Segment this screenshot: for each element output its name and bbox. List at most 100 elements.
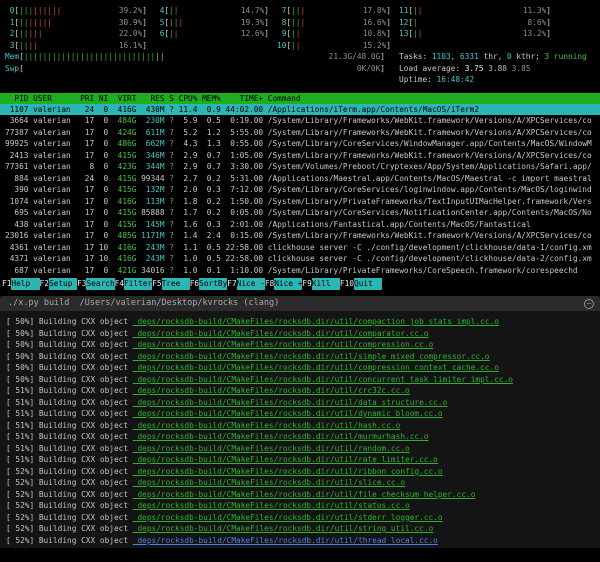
process-row-390[interactable]: 390 valerian 17 0 415G 132M? 2.0 0.3 7:12.00/Sys… bbox=[0, 184, 600, 196]
fkey-f4-filter[interactable]: F4 Filter bbox=[115, 278, 152, 290]
header-virt[interactable]: VIRT bbox=[108, 93, 137, 104]
cell-cmd: /System/Library/Frameworks/WebKit.framew… bbox=[267, 127, 592, 137]
file-path-link[interactable]: _deps/rocksdb-build/CMakeFiles/rocksdb.d… bbox=[133, 432, 429, 441]
header-user[interactable]: USER bbox=[28, 93, 75, 104]
build-log-line: [ 52%] Building CXX object _deps/rocksdb… bbox=[6, 466, 600, 478]
process-row-687[interactable]: 687 valerian 17 0 421G 34016? 1.0 0.1 1:10.00/Sy… bbox=[0, 265, 600, 277]
cell-cmd: /System/Library/CoreServices/loginwindow… bbox=[267, 185, 592, 194]
file-path-link[interactable]: _deps/rocksdb-build/CMakeFiles/rocksdb.d… bbox=[133, 501, 410, 510]
meter-bar-segment: |||||| bbox=[33, 6, 62, 15]
cell-pid: 4371 bbox=[9, 254, 29, 263]
cell-pri: 17 bbox=[84, 139, 95, 148]
cell-s: ? bbox=[169, 219, 174, 229]
cell-time: 1:05.00 bbox=[230, 150, 264, 160]
fkey-f10-quit[interactable]: F10 Quit bbox=[340, 278, 383, 290]
cell-pri: 17 bbox=[84, 265, 95, 275]
header-state[interactable]: S bbox=[165, 93, 174, 104]
header-command[interactable]: Command bbox=[263, 93, 600, 104]
header-res[interactable]: RES bbox=[136, 93, 164, 104]
file-path-link[interactable]: _deps/rocksdb-build/CMakeFiles/rocksdb.d… bbox=[133, 490, 476, 499]
process-table-body: 1107 valerian 24 0 416G 430M? 11.4 0.9 44:02.00/… bbox=[0, 103, 600, 277]
cell-mem: 0.5 bbox=[206, 254, 221, 263]
kthreads-suffix: kthr; bbox=[511, 52, 545, 61]
minimize-pane-button[interactable]: − bbox=[584, 298, 594, 309]
header-pri[interactable]: PRI bbox=[75, 93, 94, 104]
cell-cpu: 1.0 bbox=[183, 265, 198, 275]
fkey-f5-tree[interactable]: F5 Tree bbox=[152, 278, 190, 290]
meter-label: 10 bbox=[277, 40, 287, 50]
cell-pid: 1107 bbox=[9, 104, 29, 114]
fkey-f6-sortby[interactable]: F6 SortBy bbox=[189, 278, 227, 290]
file-path-link[interactable]: _deps/rocksdb-build/CMakeFiles/rocksdb.d… bbox=[133, 421, 401, 430]
cell-cmd: /System/Library/Frameworks/WebKit.framew… bbox=[267, 150, 592, 160]
file-path-link[interactable]: _deps/rocksdb-build/CMakeFiles/rocksdb.d… bbox=[133, 340, 433, 349]
process-row-4371[interactable]: 4371 valerian 17 10 416G 243M? 1.0 0.5 22:58.00 c… bbox=[0, 253, 600, 265]
process-row-77387[interactable]: 77387 valerian 17 0 424G 611M? 5.2 1.2 5:55.00/S… bbox=[0, 127, 600, 139]
file-path-link[interactable]: _deps/rocksdb-build/CMakeFiles/rocksdb.d… bbox=[133, 386, 410, 395]
fkey-f3-search[interactable]: F3 Search bbox=[77, 278, 115, 290]
fkey-f7-nice[interactable]: F7 Nice - bbox=[227, 278, 265, 290]
process-row-4361[interactable]: 4361 valerian 17 10 416G 243M? 1.1 0.5 22:58.00 c… bbox=[0, 242, 600, 254]
cell-user: valerian bbox=[33, 173, 71, 183]
file-path-link[interactable]: _deps/rocksdb-build/CMakeFiles/rocksdb.d… bbox=[133, 363, 499, 372]
file-path-link[interactable]: _deps/rocksdb-build/CMakeFiles/rocksdb.d… bbox=[133, 467, 443, 476]
cell-pri: 17 bbox=[84, 219, 95, 229]
file-path-link[interactable]: _deps/rocksdb-build/CMakeFiles/rocksdb.d… bbox=[133, 375, 513, 384]
process-row-884[interactable]: 884 valerian 24 0 415G 99344? 2.7 0.2 5:31.00/Ap… bbox=[0, 173, 600, 185]
file-path-link[interactable]: _deps/rocksdb-build/CMakeFiles/rocksdb.d… bbox=[133, 409, 443, 418]
file-path-link[interactable]: _deps/rocksdb-build/CMakeFiles/rocksdb.d… bbox=[133, 455, 438, 464]
header-cpu[interactable]: CPU% bbox=[174, 93, 198, 104]
file-path-link[interactable]: _deps/rocksdb-build/CMakeFiles/rocksdb.d… bbox=[133, 398, 448, 407]
cell-res: 85888 bbox=[141, 208, 165, 217]
process-row-2413[interactable]: 2413 valerian 17 0 415G 346M? 2.9 0.7 1:05.00/Sy… bbox=[0, 150, 600, 162]
process-row-23016[interactable]: 23016 valerian 17 0 485G 1171M? 1.4 2.4 0:15.00/… bbox=[0, 230, 600, 242]
build-progress-text: [ 50%] Building CXX object bbox=[6, 374, 133, 384]
meter-bar-segment: ||||| bbox=[28, 17, 52, 27]
cell-s: ? bbox=[169, 185, 174, 194]
cell-pid: 23016 bbox=[5, 231, 29, 240]
cpu-meter-6: 6[|| 12.6%] bbox=[155, 28, 269, 40]
meter-bar-segment: | bbox=[178, 17, 184, 27]
fkey-f2-setup[interactable]: F2 Setup bbox=[40, 278, 78, 290]
cell-time: 22:58.00 bbox=[225, 254, 264, 263]
fkey-f9-kill[interactable]: F9 Kill bbox=[302, 278, 340, 290]
cpu-meter-grid: 0[||||||||| 39.2%] 1[||||||| 30.9%] 2[||||… bbox=[0, 0, 600, 51]
meter-bar-segment: |||||||||||||||||||||||||||| bbox=[23, 52, 156, 61]
process-row-695[interactable]: 695 valerian 17 0 415G 85888? 1.7 0.2 0:05.00/Sy… bbox=[0, 207, 600, 219]
process-row-438[interactable]: 438 valerian 17 0 415G 145M? 1.6 0.3 2:01.00/App… bbox=[0, 219, 600, 231]
file-path-link[interactable]: _deps/rocksdb-build/CMakeFiles/rocksdb.d… bbox=[133, 513, 443, 522]
load-15min: 3.85 bbox=[511, 63, 531, 73]
uptime-line: Uptime: 16:48:42 bbox=[399, 74, 587, 86]
header-time[interactable]: TIME+ bbox=[221, 93, 263, 104]
header-mem[interactable]: MEM% bbox=[197, 93, 221, 104]
cell-ni: 10 bbox=[98, 254, 109, 263]
fkey-f1-help[interactable]: F1 Help bbox=[2, 278, 40, 290]
file-path-link[interactable]: _deps/rocksdb-build/CMakeFiles/rocksdb.d… bbox=[133, 444, 410, 453]
meter-interior: || 14.7% bbox=[169, 5, 264, 17]
header-pid[interactable]: PID bbox=[5, 93, 28, 104]
file-path-link[interactable]: _deps/rocksdb-build/CMakeFiles/rocksdb.d… bbox=[133, 524, 433, 533]
file-path-link[interactable]: _deps/rocksdb-build/CMakeFiles/rocksdb.d… bbox=[133, 317, 499, 326]
process-row-1074[interactable]: 1074 valerian 17 0 416G 113M? 1.8 0.2 1:50.00/Sy… bbox=[0, 196, 600, 208]
cell-cmd: /Applications/Fantastical.app/Contents/M… bbox=[267, 219, 531, 229]
process-row-1107[interactable]: 1107 valerian 24 0 416G 430M? 11.4 0.9 44:02.00/… bbox=[0, 103, 600, 115]
memory-meters: Mem[|||||||||||||||||||||||||||||| 21.3G/… bbox=[5, 51, 393, 86]
file-path-link[interactable]: _deps/rocksdb-build/CMakeFiles/rocksdb.d… bbox=[133, 536, 438, 545]
cell-cpu: 1.8 bbox=[183, 196, 198, 206]
file-path-link[interactable]: _deps/rocksdb-build/CMakeFiles/rocksdb.d… bbox=[133, 329, 429, 338]
file-path-link[interactable]: _deps/rocksdb-build/CMakeFiles/rocksdb.d… bbox=[133, 478, 405, 487]
file-path-link[interactable]: _deps/rocksdb-build/CMakeFiles/rocksdb.d… bbox=[133, 352, 490, 361]
fkey-key: F6 bbox=[189, 279, 200, 288]
cell-mem: 0.2 bbox=[206, 208, 221, 217]
process-row-77361[interactable]: 77361 valerian 8 0 423G 344M? 2.9 0.7 3:30.00/Sy… bbox=[0, 161, 600, 173]
cell-user: valerian bbox=[33, 139, 71, 148]
cell-user: valerian bbox=[33, 127, 71, 137]
cell-s: ? bbox=[169, 254, 174, 263]
cell-pri: 17 bbox=[84, 116, 95, 125]
header-ni[interactable]: NI bbox=[94, 93, 108, 104]
cell-virt: 415G bbox=[117, 208, 137, 217]
process-row-3664[interactable]: 3664 valerian 17 0 484G 230M? 5.9 0.5 0:19.00/Sy… bbox=[0, 115, 600, 127]
cell-virt: 421G bbox=[117, 265, 137, 275]
fkey-f8-nice[interactable]: F8 Nice + bbox=[265, 278, 302, 290]
process-row-99925[interactable]: 99925 valerian 17 0 486G 662M? 4.3 1.3 0:55.00/S… bbox=[0, 138, 600, 150]
